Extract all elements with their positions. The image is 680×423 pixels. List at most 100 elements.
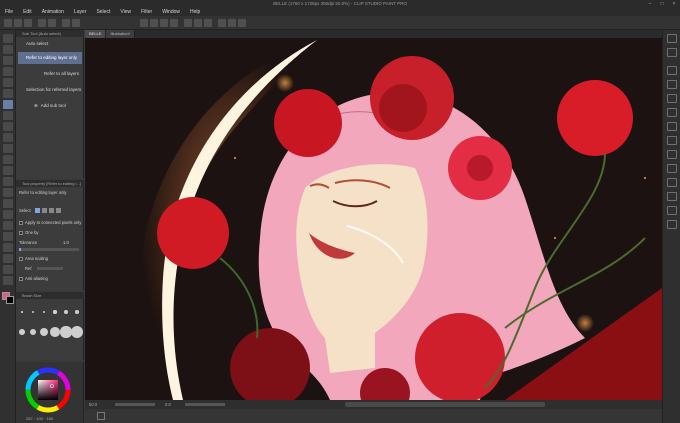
- clip-studio-icon[interactable]: [218, 19, 226, 27]
- eraser-tool-icon[interactable]: [3, 177, 13, 186]
- layer-panel-icon[interactable]: [667, 80, 677, 89]
- brush-size-preset[interactable]: [74, 309, 80, 315]
- copy-layer-icon[interactable]: [667, 122, 677, 131]
- text-tool-icon[interactable]: [3, 254, 13, 263]
- brush-size-preset[interactable]: [70, 325, 84, 339]
- angle-slider[interactable]: [185, 403, 225, 406]
- brush-size-preset[interactable]: [42, 310, 46, 314]
- balloon-tool-icon[interactable]: [3, 265, 13, 274]
- area-scaling-option[interactable]: Area scaling: [19, 256, 48, 261]
- subtool-selection-referred[interactable]: Selection for referred layers: [18, 84, 82, 96]
- one-by-option[interactable]: One by: [19, 230, 39, 235]
- brush-size-preset[interactable]: [40, 328, 48, 336]
- canvas-area[interactable]: [85, 38, 662, 400]
- brush-size-preset[interactable]: [19, 329, 25, 335]
- blend-tool-icon[interactable]: [3, 188, 13, 197]
- pen-tool-icon[interactable]: [3, 122, 13, 131]
- delete-layer-icon[interactable]: [667, 206, 677, 215]
- menu-edit[interactable]: Edit: [18, 9, 37, 15]
- tab-illustration[interactable]: Illustration*: [106, 30, 136, 38]
- subtool-auto-select[interactable]: Auto select: [18, 38, 82, 50]
- history-icon[interactable]: [667, 220, 677, 229]
- add-sub-tool-button[interactable]: ⊕ Add sub tool: [18, 100, 82, 112]
- anti-aliasing-option[interactable]: Anti-aliasing: [19, 276, 48, 281]
- flip-icon[interactable]: [170, 19, 178, 27]
- menu-filter[interactable]: Filter: [136, 9, 157, 15]
- area-scaling-checkbox[interactable]: [19, 256, 23, 261]
- select-mode-button-4[interactable]: [56, 208, 62, 214]
- sub-view-panel-icon[interactable]: [667, 48, 677, 57]
- undo-icon[interactable]: [38, 19, 46, 27]
- brush-tool-icon[interactable]: [3, 144, 13, 153]
- maximize-icon[interactable]: □: [656, 0, 668, 8]
- anti-aliasing-checkbox[interactable]: [19, 276, 23, 281]
- area-scaling-slider[interactable]: [36, 267, 63, 271]
- reference-icon[interactable]: [667, 178, 677, 187]
- auto-select-tool-icon[interactable]: [3, 100, 13, 109]
- color-wheel[interactable]: [16, 362, 84, 423]
- subtool-refer-all-layers[interactable]: Refer to all layers: [18, 68, 82, 80]
- tab-belle[interactable]: BELLE: [85, 30, 107, 38]
- menu-help[interactable]: Help: [185, 9, 205, 15]
- lasso-tool-icon[interactable]: [3, 89, 13, 98]
- eyedropper-tool-icon[interactable]: [3, 111, 13, 120]
- move-tool-icon[interactable]: [3, 67, 13, 76]
- fit-icon[interactable]: [150, 19, 158, 27]
- zoom-slider[interactable]: [115, 403, 155, 406]
- decoration-tool-icon[interactable]: [3, 166, 13, 175]
- selection-tool-icon[interactable]: [3, 78, 13, 87]
- area-scaling-value-row[interactable]: Ref: [19, 266, 63, 271]
- select-mode-button-3[interactable]: [49, 208, 55, 214]
- canvas-rotate-icon[interactable]: [140, 19, 148, 27]
- horizontal-scrollbar[interactable]: [345, 402, 545, 407]
- frame-tool-icon[interactable]: [3, 232, 13, 241]
- ruler-icon[interactable]: [194, 19, 202, 27]
- menu-view[interactable]: View: [115, 9, 136, 15]
- zoom-icon[interactable]: [160, 19, 168, 27]
- apply-connected-option[interactable]: Apply to connected pixels only: [19, 220, 81, 225]
- pencil-tool-icon[interactable]: [3, 133, 13, 142]
- mask-icon[interactable]: [667, 136, 677, 145]
- brush-size-preset[interactable]: [21, 311, 23, 313]
- zoom-value[interactable]: 50.0: [89, 400, 97, 409]
- one-by-checkbox[interactable]: [19, 230, 23, 235]
- brush-size-preset[interactable]: [53, 310, 57, 314]
- brush-size-preset[interactable]: [60, 326, 72, 338]
- menu-select[interactable]: Select: [91, 9, 115, 15]
- grid-icon[interactable]: [204, 19, 212, 27]
- tolerance-slider[interactable]: [19, 248, 79, 251]
- menu-layer[interactable]: Layer: [69, 9, 92, 15]
- close-icon[interactable]: ×: [668, 0, 680, 8]
- brush-size-preset[interactable]: [64, 310, 68, 314]
- clip-icon[interactable]: [667, 164, 677, 173]
- tolerance-row[interactable]: Tolerance 1.0: [19, 240, 69, 245]
- angle-value[interactable]: 0.0: [165, 400, 171, 409]
- brush-size-preset[interactable]: [31, 310, 35, 314]
- menu-animation[interactable]: Animation: [37, 9, 69, 15]
- sub-color-swatch[interactable]: [6, 296, 14, 304]
- hand-tool-icon[interactable]: [3, 45, 13, 54]
- select-mode-button-1[interactable]: [34, 208, 40, 214]
- ruler-tool-icon[interactable]: [3, 243, 13, 252]
- fill-tool-icon[interactable]: [3, 199, 13, 208]
- clear-icon[interactable]: [62, 19, 70, 27]
- navigator-icon[interactable]: [97, 412, 105, 420]
- settings-icon[interactable]: [238, 19, 246, 27]
- transform-icon[interactable]: [72, 19, 80, 27]
- gradient-tool-icon[interactable]: [3, 210, 13, 219]
- save-icon[interactable]: [24, 19, 32, 27]
- select-mode-button-2[interactable]: [41, 208, 47, 214]
- brush-size-preset[interactable]: [29, 328, 37, 336]
- correct-line-tool-icon[interactable]: [3, 276, 13, 285]
- minimize-icon[interactable]: –: [644, 0, 656, 8]
- operation-tool-icon[interactable]: [3, 56, 13, 65]
- open-file-icon[interactable]: [14, 19, 22, 27]
- folder-icon[interactable]: [667, 94, 677, 103]
- merge-icon[interactable]: [667, 150, 677, 159]
- figure-tool-icon[interactable]: [3, 221, 13, 230]
- tolerance-value[interactable]: 1.0: [63, 240, 69, 245]
- lock-icon[interactable]: [667, 192, 677, 201]
- menu-window[interactable]: Window: [157, 9, 185, 15]
- new-file-icon[interactable]: [4, 19, 12, 27]
- airbrush-tool-icon[interactable]: [3, 155, 13, 164]
